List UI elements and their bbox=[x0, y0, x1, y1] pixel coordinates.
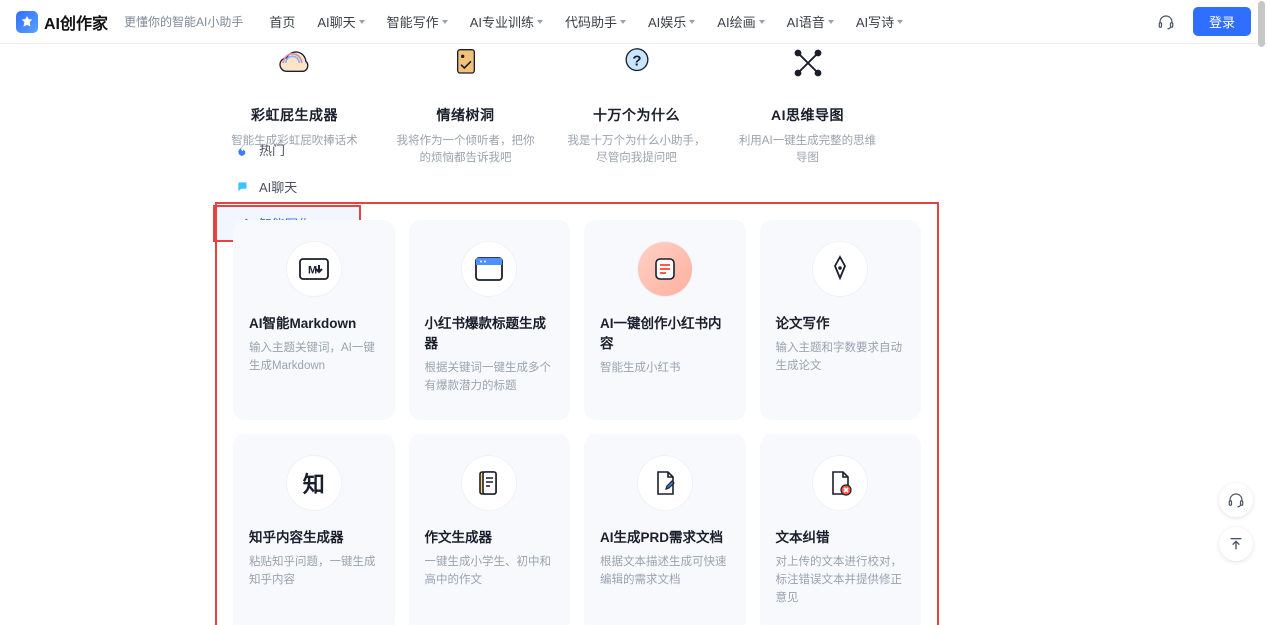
nav-home[interactable]: 首页 bbox=[269, 12, 295, 31]
mindmap-icon bbox=[784, 44, 832, 87]
login-button[interactable]: 登录 bbox=[1193, 7, 1251, 36]
card-desc: 粘贴知乎问题，一键生成知乎内容 bbox=[249, 554, 379, 590]
card-desc: 一键生成小学生、初中和高中的作文 bbox=[425, 554, 555, 590]
chevron-down-icon bbox=[442, 20, 448, 24]
chevron-down-icon bbox=[759, 20, 765, 24]
scrollbar-thumb[interactable] bbox=[1258, 1, 1265, 47]
nav-fun[interactable]: AI娱乐 bbox=[648, 12, 695, 31]
chevron-down-icon bbox=[689, 20, 695, 24]
nav-code[interactable]: 代码助手 bbox=[565, 12, 626, 31]
card-desc: 输入主题和字数要求自动生成论文 bbox=[776, 340, 906, 376]
nav-poem[interactable]: AI写诗 bbox=[856, 12, 903, 31]
cloud-icon bbox=[271, 44, 319, 87]
nav-label: 智能写作 bbox=[387, 12, 439, 31]
card-xhs-content[interactable]: AI一键创作小红书内容 智能生成小红书 bbox=[584, 220, 746, 420]
svg-text:?: ? bbox=[632, 53, 641, 70]
card-title: AI生成PRD需求文档 bbox=[600, 526, 730, 546]
card-desc: 根据文本描述生成可快速编辑的需求文档 bbox=[600, 554, 730, 590]
chevron-down-icon bbox=[620, 20, 626, 24]
logo-icon bbox=[16, 11, 38, 33]
nav-draw[interactable]: AI绘画 bbox=[717, 12, 764, 31]
card-zhihu[interactable]: 知 知乎内容生成器 粘贴知乎问题，一键生成知乎内容 bbox=[233, 434, 395, 625]
svg-text:M: M bbox=[308, 265, 317, 277]
card-treehole[interactable]: 情绪树洞 我将作为一个倾听者，把你的烦恼都告诉我吧 bbox=[388, 44, 543, 168]
note-icon bbox=[638, 242, 692, 296]
chevron-down-icon bbox=[537, 20, 543, 24]
chevron-down-icon bbox=[359, 20, 365, 24]
brand-logo[interactable]: AI创作家 bbox=[16, 10, 108, 34]
customer-service-button[interactable] bbox=[1219, 483, 1253, 517]
nav-pro[interactable]: AI专业训练 bbox=[470, 12, 543, 31]
card-why[interactable]: ? 十万个为什么 我是十万个为什么小助手，尽管向我提问吧 bbox=[559, 44, 714, 168]
card-title: 知乎内容生成器 bbox=[249, 526, 379, 546]
card-correct[interactable]: 文本纠错 对上传的文本进行校对，标注错误文本并提供修正意见 bbox=[760, 434, 922, 625]
nav-write[interactable]: 智能写作 bbox=[387, 12, 448, 31]
brand-name: AI创作家 bbox=[44, 10, 108, 34]
support-icon[interactable] bbox=[1157, 13, 1175, 31]
card-title: 彩虹屁生成器 bbox=[217, 105, 372, 125]
zhihu-icon: 知 bbox=[287, 456, 341, 510]
card-desc: 利用AI一键生成完整的思维导图 bbox=[730, 133, 885, 168]
card-desc: 我是十万个为什么小助手，尽管向我提问吧 bbox=[559, 133, 714, 168]
floating-actions bbox=[1219, 483, 1253, 561]
card-desc: 智能生成小红书 bbox=[600, 360, 730, 378]
card-title: AI智能Markdown bbox=[249, 312, 379, 332]
card-title: AI一键创作小红书内容 bbox=[600, 312, 730, 352]
card-title: 小红书爆款标题生成器 bbox=[425, 312, 555, 352]
card-desc: 智能生成彩虹屁吹捧话术 bbox=[217, 133, 372, 150]
card-markdown[interactable]: M AI智能Markdown 输入主题关键词，AI一键生成Markdown bbox=[233, 220, 395, 420]
markdown-icon: M bbox=[287, 242, 341, 296]
doc-error-icon bbox=[813, 456, 867, 510]
scroll-to-top-button[interactable] bbox=[1219, 527, 1253, 561]
essay-icon bbox=[462, 456, 516, 510]
card-title: 文本纠错 bbox=[776, 526, 906, 546]
top-header: AI创作家 更懂你的智能AI小助手 首页 AI聊天 智能写作 AI专业训练 代码… bbox=[0, 0, 1267, 44]
nav-label: AI写诗 bbox=[856, 12, 894, 31]
card-desc: 根据关键词一键生成多个有爆款潜力的标题 bbox=[425, 360, 555, 396]
chevron-down-icon bbox=[828, 20, 834, 24]
nav-label: AI专业训练 bbox=[470, 12, 534, 31]
doc-edit-icon bbox=[638, 456, 692, 510]
card-desc: 对上传的文本进行校对，标注错误文本并提供修正意见 bbox=[776, 554, 906, 607]
card-rainbow[interactable]: 彩虹屁生成器 智能生成彩虹屁吹捧话术 bbox=[217, 44, 372, 168]
card-mindmap[interactable]: AI思维导图 利用AI一键生成完整的思维导图 bbox=[730, 44, 885, 168]
card-desc: 我将作为一个倾听者，把你的烦恼都告诉我吧 bbox=[388, 133, 543, 168]
nav-label: AI聊天 bbox=[317, 12, 355, 31]
card-title: 十万个为什么 bbox=[559, 105, 714, 125]
top-nav: 首页 AI聊天 智能写作 AI专业训练 代码助手 AI娱乐 AI绘画 AI语音 … bbox=[269, 12, 1149, 31]
question-icon: ? bbox=[613, 44, 661, 87]
nav-label: 代码助手 bbox=[565, 12, 617, 31]
card-title: 作文生成器 bbox=[425, 526, 555, 546]
pen-icon bbox=[813, 242, 867, 296]
window-icon bbox=[462, 242, 516, 296]
nav-label: AI语音 bbox=[787, 12, 825, 31]
card-title: 论文写作 bbox=[776, 312, 906, 332]
nav-voice[interactable]: AI语音 bbox=[787, 12, 834, 31]
card-essay[interactable]: 作文生成器 一键生成小学生、初中和高中的作文 bbox=[409, 434, 571, 625]
card-title: AI思维导图 bbox=[730, 105, 885, 125]
brand-tagline: 更懂你的智能AI小助手 bbox=[124, 13, 243, 30]
nav-aichat[interactable]: AI聊天 bbox=[317, 12, 364, 31]
feature-row-top: 彩虹屁生成器 智能生成彩虹屁吹捧话术 情绪树洞 我将作为一个倾听者，把你的烦恼都… bbox=[217, 44, 885, 168]
nav-label: AI绘画 bbox=[717, 12, 755, 31]
nav-label: 首页 bbox=[269, 12, 295, 31]
card-xhs-title[interactable]: 小红书爆款标题生成器 根据关键词一键生成多个有爆款潜力的标题 bbox=[409, 220, 571, 420]
card-paper[interactable]: 论文写作 输入主题和字数要求自动生成论文 bbox=[760, 220, 922, 420]
card-title: 情绪树洞 bbox=[388, 105, 543, 125]
paper-icon bbox=[442, 44, 490, 87]
chevron-down-icon bbox=[897, 20, 903, 24]
card-desc: 输入主题关键词，AI一键生成Markdown bbox=[249, 340, 379, 376]
nav-label: AI娱乐 bbox=[648, 12, 686, 31]
writing-tools-grid: M AI智能Markdown 输入主题关键词，AI一键生成Markdown 小红… bbox=[215, 202, 939, 625]
card-prd[interactable]: AI生成PRD需求文档 根据文本描述生成可快速编辑的需求文档 bbox=[584, 434, 746, 625]
